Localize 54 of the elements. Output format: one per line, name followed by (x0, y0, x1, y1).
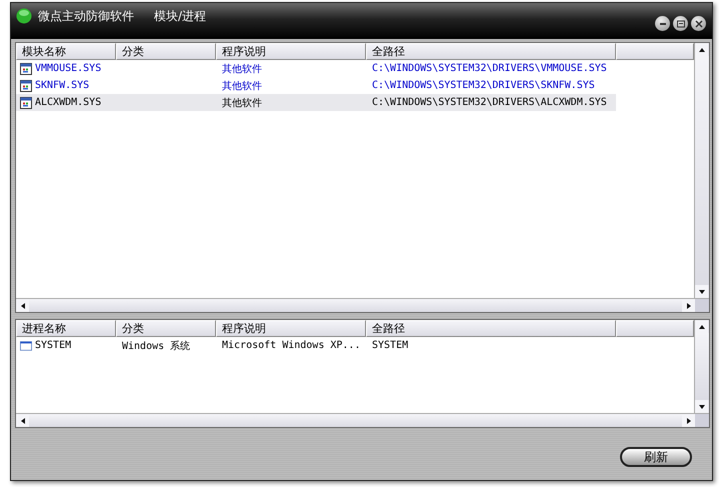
table-cell: VMMOUSE.SYS (35, 63, 102, 74)
table-cell-text: Windows 系统 (122, 340, 190, 352)
window-title: 微点主动防御软件 (38, 8, 134, 25)
right-arrow-icon[interactable] (686, 302, 692, 308)
table-cell-text: 其他软件 (222, 62, 262, 76)
driver-file-icon (20, 80, 32, 92)
column-header[interactable]: 分类 (116, 320, 216, 337)
scrollbar-corner (695, 414, 709, 427)
table-row[interactable]: SKNFW.SYS 其他软件 C:\WINDOWS\SYSTEM32\DRIVERS\SKNFW.SYS (16, 77, 616, 94)
status-light-icon (16, 8, 32, 24)
column-header[interactable]: 分类 (116, 43, 216, 60)
left-arrow-icon[interactable] (20, 302, 26, 308)
horizontal-scrollbar[interactable] (16, 413, 709, 427)
table-cell: C:\WINDOWS\SYSTEM32\DRIVERS\SKNFW.SYS (372, 80, 595, 91)
minimize-button[interactable] (655, 16, 670, 31)
table-row[interactable]: VMMOUSE.SYS 其他软件 C:\WINDOWS\SYSTEM32\DRIVERS\VMMOUSE.SYS (16, 60, 616, 77)
table-cell-text: 其他软件 (222, 80, 262, 92)
driver-file-icon (20, 62, 32, 74)
table-cell: SYSTEM (35, 340, 72, 351)
table-cell-text: 其他软件 (222, 96, 262, 110)
up-arrow-icon[interactable] (698, 324, 704, 330)
down-arrow-icon[interactable] (698, 288, 704, 294)
column-header[interactable]: 全路径 (366, 43, 616, 60)
column-header[interactable]: 程序说明 (216, 43, 366, 60)
column-header[interactable] (616, 43, 694, 60)
table-row[interactable]: SYSTEM Windows 系统 Microsoft Windows XP... SYSTEM (16, 337, 616, 354)
table-cell: SYSTEM (372, 340, 408, 351)
column-header[interactable]: 全路径 (366, 320, 616, 337)
scrollbar-corner (695, 299, 709, 312)
table-cell: ALCXWDM.SYS (35, 97, 102, 108)
table-cell: Microsoft Windows XP... (222, 340, 360, 351)
table-cell: C:\WINDOWS\SYSTEM32\DRIVERS\ALCXWDM.SYS (372, 97, 607, 108)
up-arrow-icon[interactable] (698, 46, 704, 52)
window-icon (20, 340, 32, 352)
vertical-scrollbar[interactable] (694, 320, 709, 413)
driver-file-icon (20, 96, 32, 108)
down-arrow-icon[interactable] (698, 404, 704, 410)
table-cell: SKNFW.SYS (35, 80, 90, 91)
window-subtitle: 模块/进程 (154, 8, 206, 25)
horizontal-scrollbar[interactable] (16, 298, 709, 312)
column-header[interactable]: 模块名称 (16, 43, 116, 60)
table-cell: C:\WINDOWS\SYSTEM32\DRIVERS\VMMOUSE.SYS (372, 63, 607, 74)
right-arrow-icon[interactable] (686, 418, 692, 424)
left-arrow-icon[interactable] (20, 418, 26, 424)
table-row[interactable]: ALCXWDM.SYS 其他软件 C:\WINDOWS\SYSTEM32\DRIVERS\ALCXWDM.SYS (16, 94, 616, 111)
close-icon (694, 18, 704, 28)
column-header[interactable]: 程序说明 (216, 320, 366, 337)
refresh-button[interactable]: 刷新 (620, 447, 692, 467)
column-header[interactable] (616, 320, 694, 337)
close-button[interactable] (691, 16, 706, 31)
restore-button[interactable] (673, 16, 688, 31)
column-header[interactable]: 进程名称 (16, 320, 116, 337)
vertical-scrollbar[interactable] (694, 43, 709, 298)
restore-icon (676, 18, 686, 28)
